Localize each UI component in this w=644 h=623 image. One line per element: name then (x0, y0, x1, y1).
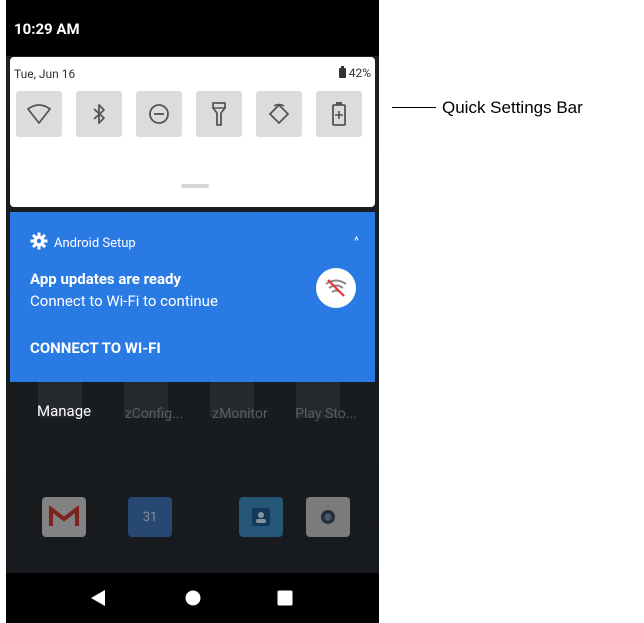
notification-title: App updates are ready (30, 270, 182, 288)
home-button[interactable] (182, 587, 204, 609)
qs-drag-handle[interactable] (181, 184, 209, 188)
recents-icon (277, 590, 293, 606)
quick-settings-panel: Tue, Jun 16 42% (10, 57, 375, 207)
home-circle-icon (185, 590, 201, 606)
battery-icon (338, 66, 346, 78)
navigation-bar (6, 573, 379, 623)
battery-percent: 42% (348, 66, 371, 80)
wifi-icon (27, 104, 51, 124)
qs-date: Tue, Jun 16 (14, 67, 76, 81)
flashlight-tile[interactable] (196, 91, 242, 137)
callout-line (392, 107, 436, 108)
callout-label: Quick Settings Bar (442, 98, 583, 117)
chevron-up-icon[interactable]: ^ (354, 234, 359, 248)
flashlight-icon (212, 102, 226, 126)
phone-screen: zConfig... zMonitor Play Sto... 31 10:29… (6, 0, 379, 623)
do-not-disturb-icon (149, 104, 169, 124)
wifi-tile[interactable] (16, 91, 62, 137)
auto-rotate-tile[interactable] (256, 91, 302, 137)
back-icon (91, 590, 105, 606)
status-bar: 10:29 AM (6, 0, 379, 56)
bluetooth-tile[interactable] (76, 91, 122, 137)
status-time: 10:29 AM (14, 20, 80, 38)
bluetooth-icon (93, 104, 105, 124)
gear-icon (30, 232, 48, 254)
manage-notifications-button[interactable]: Manage (37, 402, 91, 420)
battery-saver-tile[interactable] (316, 91, 362, 137)
connect-to-wifi-button[interactable]: CONNECT TO WI-FI (30, 339, 161, 357)
do-not-disturb-tile[interactable] (136, 91, 182, 137)
notification-app-name: Android Setup (54, 236, 136, 251)
auto-rotate-icon (268, 103, 290, 125)
notification-card[interactable]: Android Setup ^ App updates are ready Co… (10, 212, 375, 382)
back-button[interactable] (87, 587, 109, 609)
qs-battery: 42% (338, 66, 371, 80)
recents-button[interactable] (274, 587, 296, 609)
battery-saver-icon (332, 102, 346, 126)
notification-text: Connect to Wi-Fi to continue (30, 292, 218, 310)
wifi-off-icon (316, 268, 356, 308)
